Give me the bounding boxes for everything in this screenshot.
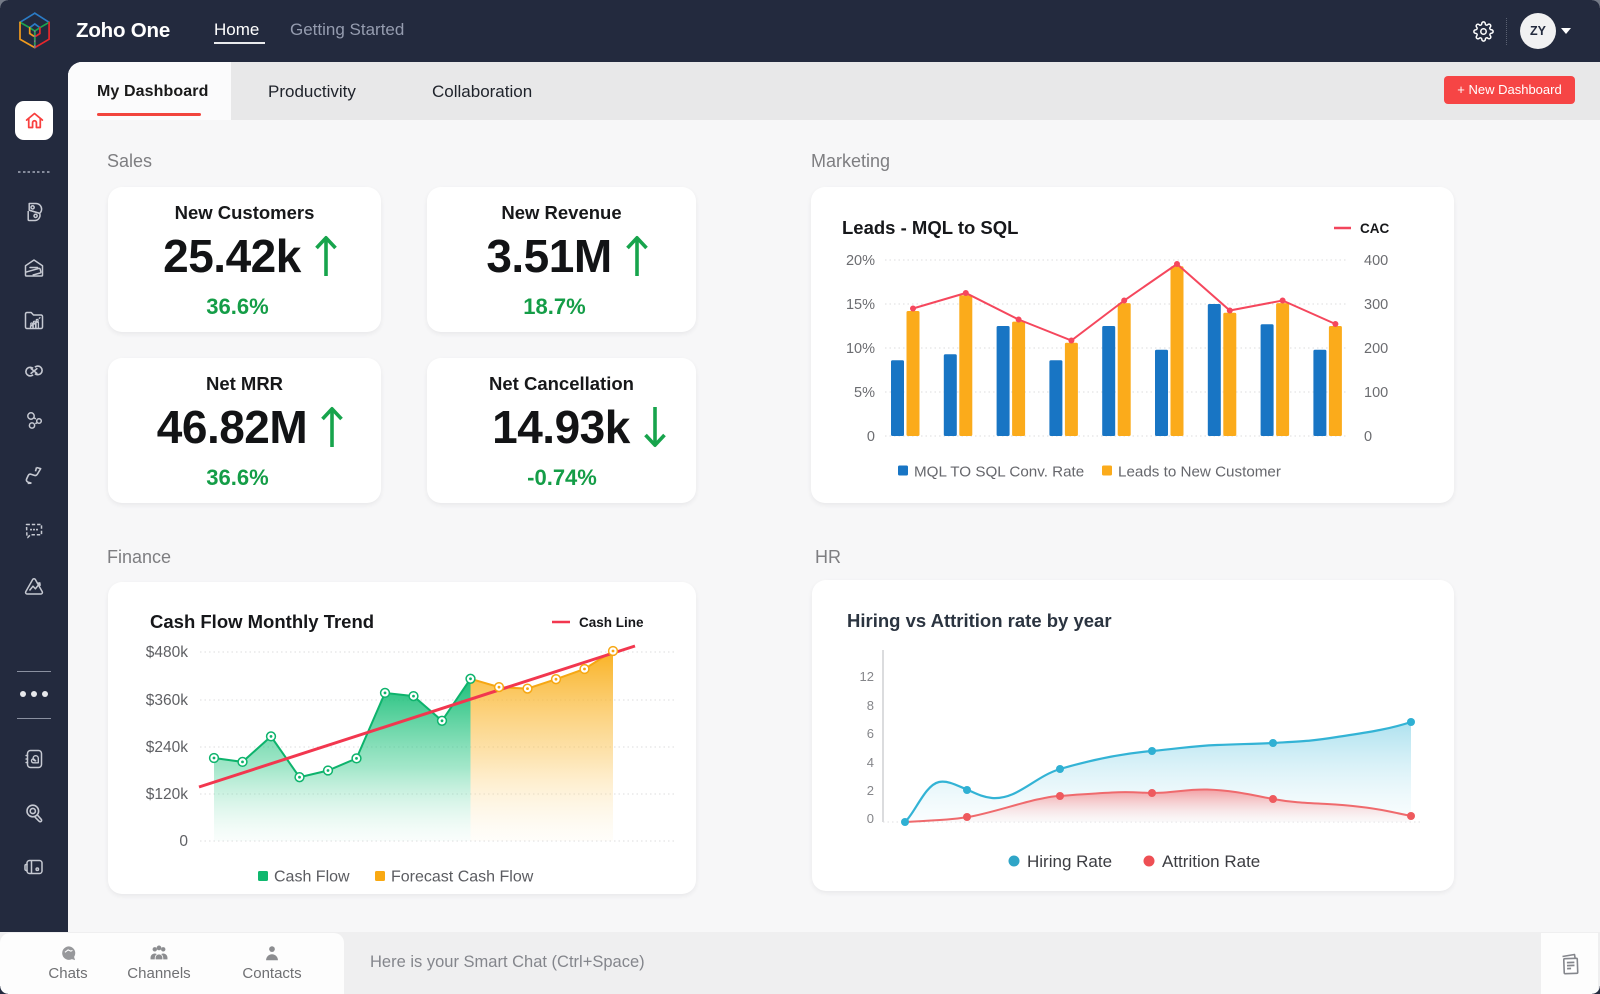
svg-text:15%: 15%: [846, 297, 875, 313]
svg-text:Cash Flow Monthly Trend: Cash Flow Monthly Trend: [150, 611, 374, 632]
svg-text:Hiring vs Attrition rate by ye: Hiring vs Attrition rate by year: [847, 610, 1112, 631]
svg-text:2: 2: [867, 783, 874, 798]
svg-text:12: 12: [860, 669, 874, 684]
svg-text:5%: 5%: [854, 385, 875, 401]
svg-text:0: 0: [867, 429, 875, 445]
svg-text:300: 300: [1364, 297, 1388, 313]
svg-text:8: 8: [867, 698, 874, 713]
svg-text:0: 0: [179, 833, 188, 850]
svg-text:Leads - MQL to SQL: Leads - MQL to SQL: [842, 217, 1018, 238]
svg-text:Leads to New Customer: Leads to New Customer: [1118, 464, 1281, 481]
svg-text:$480k: $480k: [146, 644, 188, 661]
svg-text:CAC: CAC: [1360, 221, 1389, 236]
svg-text:Attrition Rate: Attrition Rate: [1162, 852, 1260, 871]
svg-text:$360k: $360k: [146, 692, 188, 709]
svg-text:0: 0: [1364, 429, 1372, 445]
svg-text:4: 4: [867, 755, 874, 770]
svg-text:200: 200: [1364, 341, 1388, 357]
svg-text:6: 6: [867, 726, 874, 741]
svg-text:Hiring Rate: Hiring Rate: [1027, 852, 1112, 871]
svg-text:Cash Line: Cash Line: [579, 615, 644, 630]
svg-text:400: 400: [1364, 253, 1388, 269]
svg-text:100: 100: [1364, 385, 1388, 401]
svg-text:MQL TO SQL Conv. Rate: MQL TO SQL Conv. Rate: [914, 464, 1084, 481]
svg-text:$120k: $120k: [146, 786, 188, 803]
svg-text:Cash Flow: Cash Flow: [274, 869, 350, 886]
svg-text:Forecast Cash Flow: Forecast Cash Flow: [391, 869, 534, 886]
svg-text:0: 0: [867, 811, 874, 826]
svg-text:20%: 20%: [846, 253, 875, 269]
svg-text:10%: 10%: [846, 341, 875, 357]
svg-text:$240k: $240k: [146, 739, 188, 756]
